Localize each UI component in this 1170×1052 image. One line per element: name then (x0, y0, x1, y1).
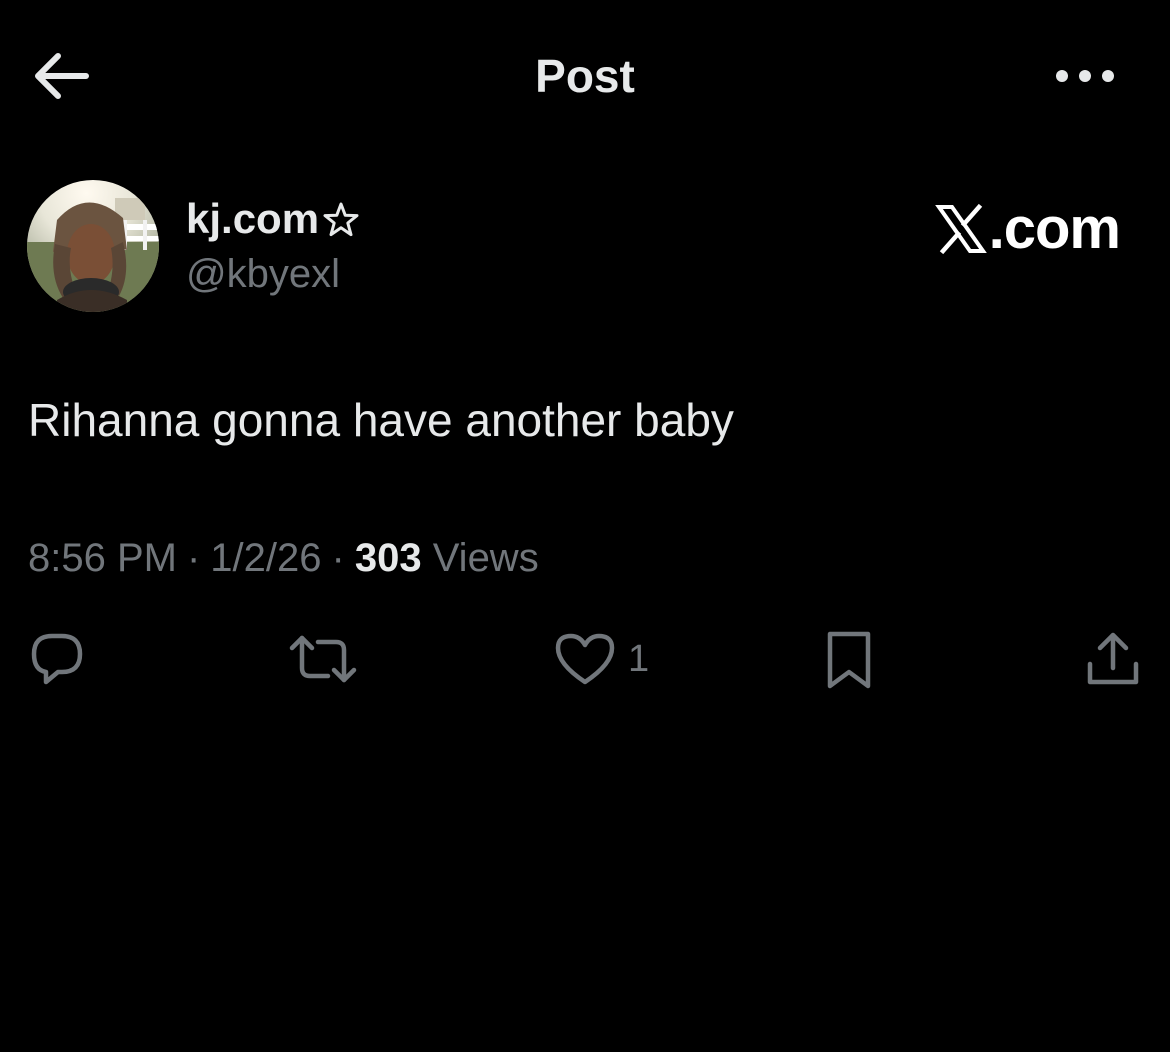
author-row: kj.com @kbyexl .com (0, 170, 1170, 320)
avatar-photo (27, 180, 159, 312)
more-options-button[interactable] (1050, 56, 1120, 96)
bookmark-button[interactable] (818, 626, 880, 692)
post-body-text: Rihanna gonna have another baby (28, 394, 734, 446)
brand-watermark: .com (934, 196, 1121, 261)
top-bar: Post (0, 0, 1170, 150)
reply-icon (31, 633, 83, 685)
page-title: Post (535, 50, 635, 102)
star-outline-icon (323, 202, 359, 237)
like-button[interactable]: 1 (554, 626, 649, 692)
reply-button[interactable] (26, 626, 88, 692)
views-label: Views (432, 536, 539, 580)
repost-button[interactable] (288, 626, 358, 692)
heart-outline-icon (555, 633, 615, 685)
avatar[interactable] (27, 180, 159, 312)
post-actions: 1 (0, 626, 1170, 696)
display-name-link[interactable]: kj.com (186, 192, 361, 246)
repost-icon (289, 635, 357, 683)
bookmark-icon (827, 631, 871, 689)
user-handle[interactable]: @kbyexl (186, 248, 340, 300)
views-count[interactable]: 303 (355, 536, 422, 580)
more-horizontal-icon (1056, 70, 1114, 82)
post-page: Post kj.com @kbyexl .com Rihanna gonna h… (0, 0, 1170, 1052)
meta-separator: · (186, 536, 201, 580)
meta-separator: · (331, 536, 345, 580)
share-button[interactable] (1082, 626, 1144, 692)
like-count: 1 (628, 637, 650, 680)
post-time: 8:56 PM (28, 536, 177, 580)
post-date: 1/2/26 (210, 536, 322, 580)
display-name: kj.com (186, 195, 320, 242)
share-icon (1087, 632, 1139, 685)
brand-text: .com (988, 196, 1121, 261)
x-logo-icon (934, 203, 987, 255)
post-meta: 8:56 PM · 1/2/26 · 303 Views (28, 530, 539, 586)
